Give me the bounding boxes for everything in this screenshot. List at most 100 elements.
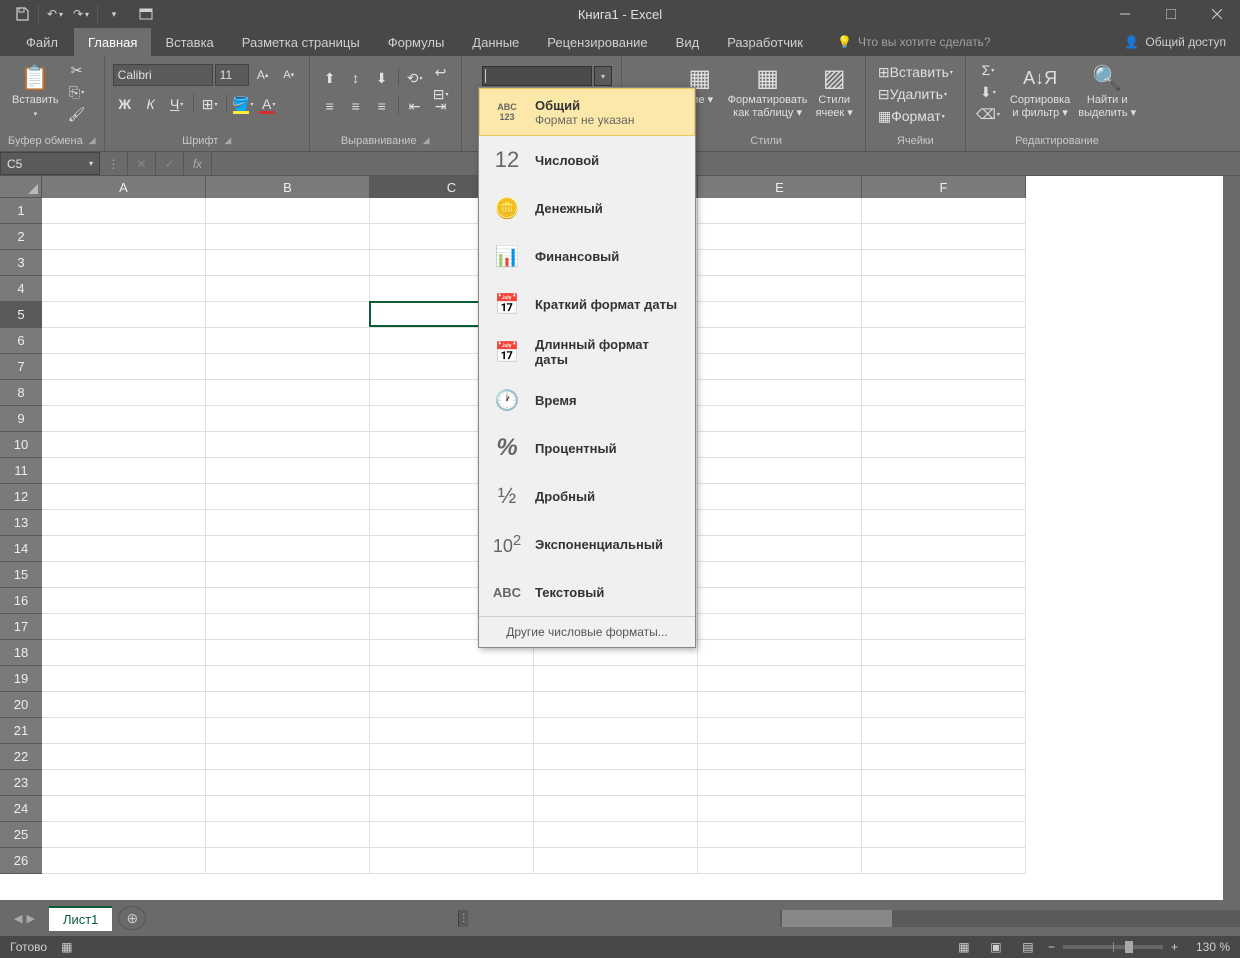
dialog-launcher-icon[interactable]: ◢ <box>423 135 430 147</box>
sort-filter-button[interactable]: A↓Я Сортировка и фильтр ▾ <box>1006 60 1074 122</box>
cell[interactable] <box>862 666 1026 692</box>
close-button[interactable] <box>1194 0 1240 28</box>
cell[interactable] <box>862 354 1026 380</box>
zoom-level[interactable]: 130 % <box>1186 940 1230 954</box>
cell[interactable] <box>698 302 862 328</box>
insert-cells-button[interactable]: ⊞ Вставить ▾ <box>874 62 957 82</box>
cell[interactable] <box>698 380 862 406</box>
row-header[interactable]: 14 <box>0 536 42 562</box>
format-option[interactable]: 102Экспоненциальный <box>479 520 695 568</box>
cell[interactable] <box>862 484 1026 510</box>
cell[interactable] <box>42 302 206 328</box>
borders-button[interactable]: ⊞▾ <box>198 94 222 114</box>
sheet-nav-next[interactable]: ▶ <box>26 912 34 925</box>
cell[interactable] <box>862 744 1026 770</box>
row-header[interactable]: 24 <box>0 796 42 822</box>
cell[interactable] <box>862 328 1026 354</box>
cell[interactable] <box>206 302 370 328</box>
cell[interactable] <box>698 796 862 822</box>
format-option[interactable]: 🪙Денежный <box>479 184 695 232</box>
sheet-nav-prev[interactable]: ◀ <box>14 912 22 925</box>
cell[interactable] <box>370 744 534 770</box>
cell[interactable] <box>42 822 206 848</box>
macro-record-icon[interactable]: ▦ <box>61 940 72 954</box>
redo-button[interactable]: ↷▾ <box>69 2 93 26</box>
zoom-slider[interactable] <box>1063 945 1163 949</box>
cell[interactable] <box>206 328 370 354</box>
cell[interactable] <box>42 744 206 770</box>
cell[interactable] <box>206 354 370 380</box>
cell[interactable] <box>698 406 862 432</box>
tab-рецензирование[interactable]: Рецензирование <box>533 28 661 56</box>
tab-главная[interactable]: Главная <box>74 28 151 56</box>
row-header[interactable]: 6 <box>0 328 42 354</box>
cell[interactable] <box>698 458 862 484</box>
format-option[interactable]: 🕐Время <box>479 376 695 424</box>
cell[interactable] <box>42 848 206 874</box>
row-header[interactable]: 20 <box>0 692 42 718</box>
column-header[interactable]: B <box>206 176 370 198</box>
cell[interactable] <box>534 796 698 822</box>
align-bottom-button[interactable]: ⬇ <box>370 68 394 88</box>
cell[interactable] <box>206 224 370 250</box>
cell[interactable] <box>862 822 1026 848</box>
italic-button[interactable]: К <box>139 94 163 114</box>
cell[interactable] <box>698 328 862 354</box>
cell[interactable] <box>370 770 534 796</box>
row-header[interactable]: 16 <box>0 588 42 614</box>
cell[interactable] <box>42 380 206 406</box>
paste-button[interactable]: 📋 Вставить▾ <box>8 60 63 123</box>
copy-button[interactable]: ⎘▾ <box>65 82 89 102</box>
cell[interactable] <box>206 614 370 640</box>
number-format-input[interactable] <box>482 66 592 86</box>
align-middle-button[interactable]: ↕ <box>344 68 368 88</box>
cell[interactable] <box>698 692 862 718</box>
cell[interactable] <box>42 770 206 796</box>
cell[interactable] <box>862 432 1026 458</box>
cell[interactable] <box>534 770 698 796</box>
format-option[interactable]: 📅Краткий формат даты <box>479 280 695 328</box>
cell[interactable] <box>698 510 862 536</box>
minimize-button[interactable] <box>1102 0 1148 28</box>
formula-input[interactable] <box>212 152 1240 175</box>
cell[interactable] <box>862 692 1026 718</box>
tab-разработчик[interactable]: Разработчик <box>713 28 817 56</box>
cell[interactable] <box>698 666 862 692</box>
fill-button[interactable]: ⬇▾ <box>976 82 1000 102</box>
tab-разметка страницы[interactable]: Разметка страницы <box>228 28 374 56</box>
cell[interactable] <box>862 640 1026 666</box>
row-header[interactable]: 15 <box>0 562 42 588</box>
format-painter-button[interactable]: 🖌 <box>65 104 89 124</box>
cell[interactable] <box>698 718 862 744</box>
cell[interactable] <box>206 692 370 718</box>
underline-button[interactable]: Ч▾ <box>165 94 189 114</box>
cell[interactable] <box>42 406 206 432</box>
view-normal-button[interactable]: ▦ <box>952 938 976 956</box>
number-format-dropdown-button[interactable]: ▾ <box>594 66 612 86</box>
cell[interactable] <box>862 848 1026 874</box>
cell[interactable] <box>206 250 370 276</box>
cell[interactable] <box>42 796 206 822</box>
row-header[interactable]: 4 <box>0 276 42 302</box>
tab-вставка[interactable]: Вставка <box>151 28 227 56</box>
column-header[interactable]: E <box>698 176 862 198</box>
cell[interactable] <box>42 354 206 380</box>
cell[interactable] <box>42 198 206 224</box>
zoom-in-button[interactable]: + <box>1171 940 1178 954</box>
cell[interactable] <box>42 224 206 250</box>
cell[interactable] <box>206 198 370 224</box>
cell[interactable] <box>206 640 370 666</box>
cell[interactable] <box>370 796 534 822</box>
cell[interactable] <box>370 848 534 874</box>
cell[interactable] <box>206 666 370 692</box>
dialog-launcher-icon[interactable]: ◢ <box>89 135 96 147</box>
cell[interactable] <box>534 822 698 848</box>
format-option[interactable]: ABC123ОбщийФормат не указан <box>479 88 695 136</box>
row-header[interactable]: 1 <box>0 198 42 224</box>
cell[interactable] <box>698 744 862 770</box>
cell[interactable] <box>534 744 698 770</box>
cell[interactable] <box>698 588 862 614</box>
delete-cells-button[interactable]: ⊟ Удалить ▾ <box>874 84 951 104</box>
cell[interactable] <box>862 302 1026 328</box>
cell[interactable] <box>698 432 862 458</box>
